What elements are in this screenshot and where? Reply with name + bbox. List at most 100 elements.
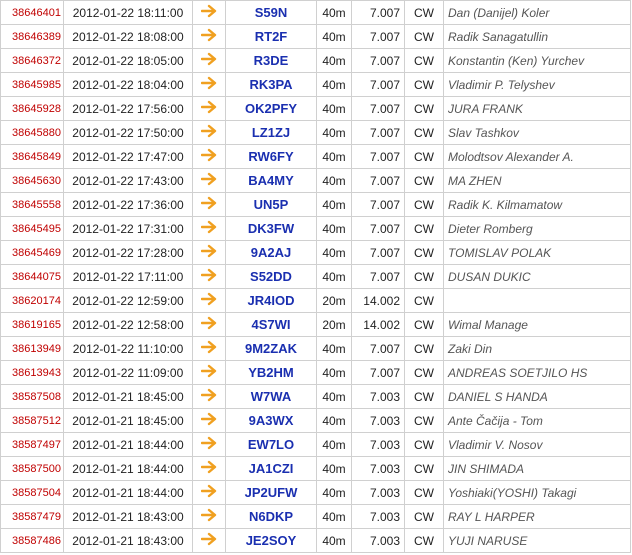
frequency-cell: 7.007: [351, 336, 405, 361]
arrow-right-icon[interactable]: [200, 4, 217, 21]
table-row: 38613943 2012-01-22 11:09:00 YB2HM 40m 7…: [0, 360, 631, 385]
frequency-cell: 7.007: [351, 96, 405, 121]
spot-id-link[interactable]: 38587504: [12, 487, 61, 499]
mode-cell: CW: [404, 360, 444, 385]
spot-id-link[interactable]: 38645985: [12, 79, 61, 91]
spot-id-link[interactable]: 38646372: [12, 55, 61, 67]
mode-cell: CW: [404, 312, 444, 337]
arrow-cell: [192, 24, 226, 49]
callsign-link[interactable]: JA1CZI: [249, 461, 294, 476]
spot-id-cell: 38645849: [0, 144, 64, 169]
callsign-link[interactable]: JP2UFW: [245, 485, 298, 500]
callsign-link[interactable]: RK3PA: [249, 77, 292, 92]
arrow-right-icon[interactable]: [200, 508, 217, 525]
callsign-link[interactable]: RW6FY: [248, 149, 293, 164]
mode-cell: CW: [404, 168, 444, 193]
arrow-right-icon[interactable]: [200, 124, 217, 141]
arrow-right-icon[interactable]: [200, 76, 217, 93]
arrow-right-icon[interactable]: [200, 220, 217, 237]
band-cell: 40m: [316, 240, 352, 265]
band-cell: 40m: [316, 504, 352, 529]
callsign-link[interactable]: 9A3WX: [249, 413, 294, 428]
arrow-right-icon[interactable]: [200, 28, 217, 45]
arrow-right-icon[interactable]: [200, 460, 217, 477]
callsign-cell: S52DD: [225, 264, 317, 289]
spot-id-link[interactable]: 38645849: [12, 151, 61, 163]
callsign-link[interactable]: JR4IOD: [248, 293, 295, 308]
spot-id-link[interactable]: 38644075: [12, 271, 61, 283]
spot-id-link[interactable]: 38646401: [12, 7, 61, 19]
callsign-link[interactable]: 9M2ZAK: [245, 341, 297, 356]
callsign-link[interactable]: YB2HM: [248, 365, 294, 380]
mode-cell: CW: [404, 336, 444, 361]
callsign-link[interactable]: N6DKP: [249, 509, 293, 524]
spot-id-link[interactable]: 38587508: [12, 391, 61, 403]
callsign-link[interactable]: S59N: [255, 5, 288, 20]
spot-id-link[interactable]: 38587497: [12, 439, 61, 451]
arrow-right-icon[interactable]: [200, 364, 217, 381]
arrow-cell: [192, 432, 226, 457]
band-cell: 40m: [316, 408, 352, 433]
callsign-link[interactable]: LZ1ZJ: [252, 125, 290, 140]
callsign-link[interactable]: UN5P: [254, 197, 289, 212]
band-cell: 40m: [316, 120, 352, 145]
spot-id-link[interactable]: 38587479: [12, 511, 61, 523]
spot-id-link[interactable]: 38646389: [12, 31, 61, 43]
arrow-right-icon[interactable]: [200, 100, 217, 117]
spot-id-link[interactable]: 38619165: [12, 319, 61, 331]
spot-id-cell: 38645880: [0, 120, 64, 145]
operator-name-cell: RAY L HARPER: [443, 504, 631, 529]
table-row: 38587508 2012-01-21 18:45:00 W7WA 40m 7.…: [0, 384, 631, 409]
arrow-cell: [192, 96, 226, 121]
callsign-link[interactable]: OK2PFY: [245, 101, 297, 116]
arrow-right-icon[interactable]: [200, 436, 217, 453]
arrow-right-icon[interactable]: [200, 52, 217, 69]
arrow-right-icon[interactable]: [200, 388, 217, 405]
arrow-right-icon[interactable]: [200, 292, 217, 309]
spot-id-link[interactable]: 38613943: [12, 367, 61, 379]
callsign-link[interactable]: EW7LO: [248, 437, 294, 452]
callsign-link[interactable]: R3DE: [254, 53, 289, 68]
arrow-right-icon[interactable]: [200, 316, 217, 333]
callsign-link[interactable]: W7WA: [251, 389, 291, 404]
table-row: 38587497 2012-01-21 18:44:00 EW7LO 40m 7…: [0, 432, 631, 457]
spot-id-link[interactable]: 38613949: [12, 343, 61, 355]
arrow-right-icon[interactable]: [200, 148, 217, 165]
spot-id-link[interactable]: 38587500: [12, 463, 61, 475]
operator-name-cell: Radik K. Kilmamatow: [443, 192, 631, 217]
arrow-right-icon[interactable]: [200, 268, 217, 285]
spot-id-link[interactable]: 38645880: [12, 127, 61, 139]
spot-id-link[interactable]: 38645630: [12, 175, 61, 187]
callsign-link[interactable]: 9A2AJ: [251, 245, 291, 260]
operator-name-cell: ANDREAS SOETJILO HS: [443, 360, 631, 385]
spot-id-link[interactable]: 38620174: [12, 295, 61, 307]
operator-name-cell: Radik Sanagatullin: [443, 24, 631, 49]
arrow-right-icon[interactable]: [200, 340, 217, 357]
mode-cell: CW: [404, 408, 444, 433]
mode-cell: CW: [404, 120, 444, 145]
operator-name-cell: DUSAN DUKIC: [443, 264, 631, 289]
spot-id-cell: 38587500: [0, 456, 64, 481]
arrow-right-icon[interactable]: [200, 484, 217, 501]
arrow-right-icon[interactable]: [200, 196, 217, 213]
callsign-link[interactable]: RT2F: [255, 29, 288, 44]
callsign-link[interactable]: DK3FW: [248, 221, 294, 236]
callsign-link[interactable]: BA4MY: [248, 173, 294, 188]
timestamp-cell: 2012-01-22 12:58:00: [63, 312, 193, 337]
spot-id-link[interactable]: 38645928: [12, 103, 61, 115]
callsign-link[interactable]: S52DD: [250, 269, 292, 284]
spot-id-link[interactable]: 38645495: [12, 223, 61, 235]
spot-id-link[interactable]: 38645558: [12, 199, 61, 211]
arrow-right-icon[interactable]: [200, 532, 217, 549]
callsign-link[interactable]: 4S7WI: [251, 317, 290, 332]
callsign-link[interactable]: JE2SOY: [246, 533, 297, 548]
spot-id-link[interactable]: 38645469: [12, 247, 61, 259]
spot-id-link[interactable]: 38587512: [12, 415, 61, 427]
arrow-right-icon[interactable]: [200, 244, 217, 261]
band-cell: 20m: [316, 288, 352, 313]
timestamp-cell: 2012-01-22 18:04:00: [63, 72, 193, 97]
mode-cell: CW: [404, 504, 444, 529]
arrow-right-icon[interactable]: [200, 412, 217, 429]
spot-id-link[interactable]: 38587486: [12, 535, 61, 547]
arrow-right-icon[interactable]: [200, 172, 217, 189]
